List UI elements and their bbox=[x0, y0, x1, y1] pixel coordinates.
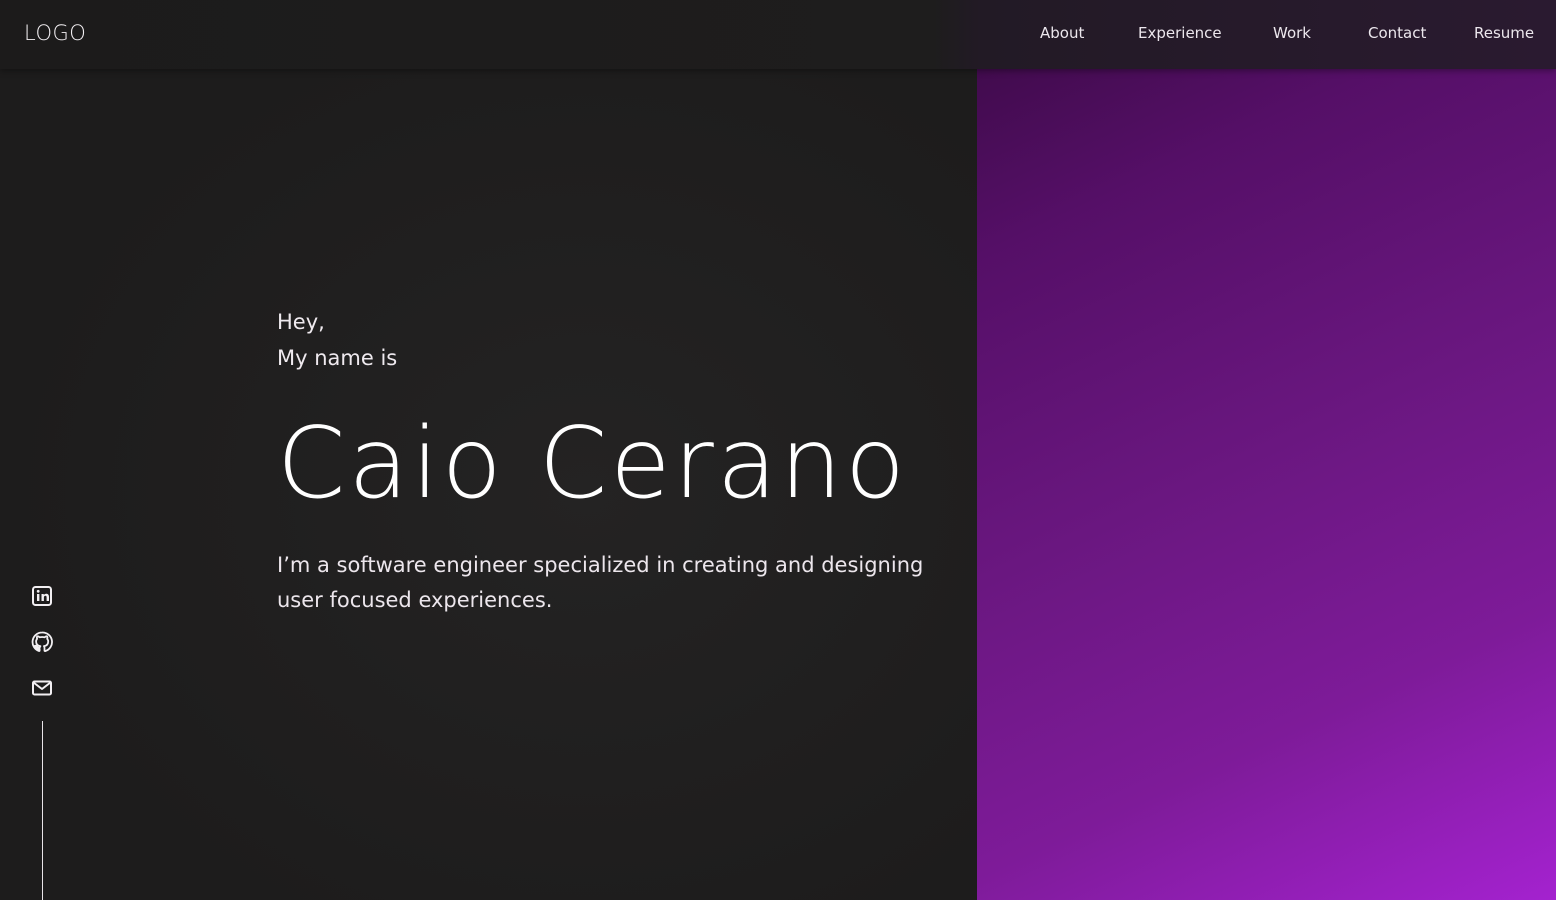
top-navbar: LOGO About Experience Work Contact Resum… bbox=[0, 0, 1556, 69]
nav-link-contact[interactable]: Contact bbox=[1368, 24, 1426, 42]
nav-link-resume[interactable]: Resume bbox=[1474, 24, 1534, 42]
hero-gradient-panel bbox=[977, 0, 1556, 900]
hero-tagline: I’m a software engineer specialized in c… bbox=[277, 553, 924, 612]
logo[interactable]: LOGO bbox=[24, 21, 86, 45]
hero-intro: Hey, My name is Caio Cerano I’m a softwa… bbox=[277, 304, 957, 618]
github-icon[interactable] bbox=[30, 630, 54, 654]
mail-icon[interactable] bbox=[30, 676, 54, 700]
nav-link-about[interactable]: About bbox=[1040, 24, 1084, 42]
social-divider-line bbox=[42, 721, 43, 900]
page: LOGO About Experience Work Contact Resum… bbox=[0, 0, 1556, 900]
hero-name: Caio Cerano bbox=[277, 407, 908, 521]
social-links bbox=[30, 584, 56, 722]
linkedin-icon[interactable] bbox=[30, 584, 54, 608]
greeting-line-1: Hey, bbox=[277, 310, 325, 334]
nav-link-experience[interactable]: Experience bbox=[1138, 24, 1222, 42]
nav-link-work[interactable]: Work bbox=[1273, 24, 1311, 42]
greeting-line-2: My name is bbox=[277, 346, 398, 370]
